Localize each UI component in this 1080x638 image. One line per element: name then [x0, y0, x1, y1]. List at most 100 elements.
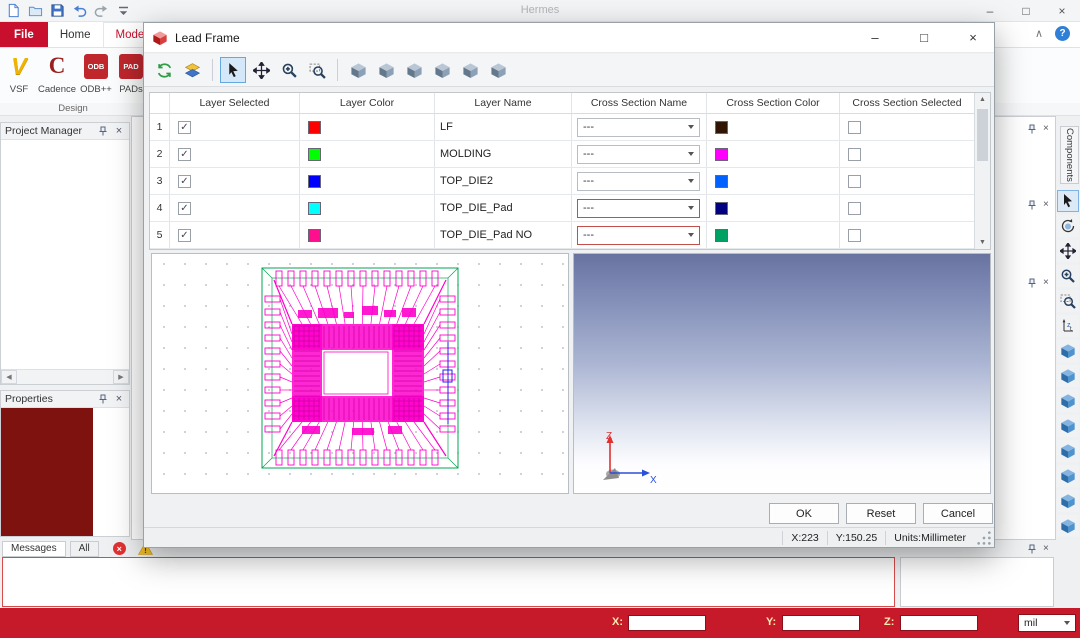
- view-cube-4-button[interactable]: [429, 57, 455, 83]
- tab-all[interactable]: All: [70, 541, 99, 557]
- ribbon-item-cadence[interactable]: C Cadence: [36, 51, 78, 95]
- reset-button[interactable]: Reset: [846, 503, 916, 524]
- 3d-preview-viewport[interactable]: Z X: [573, 253, 991, 494]
- cross-section-selected-checkbox[interactable]: [848, 202, 861, 215]
- pin-icon[interactable]: [97, 393, 109, 405]
- dock-view-cube-2[interactable]: [1057, 365, 1079, 387]
- layer-selected-checkbox[interactable]: [178, 175, 191, 188]
- dialog-maximize-button[interactable]: □: [903, 23, 945, 52]
- minimize-button[interactable]: –: [972, 0, 1008, 22]
- pin-icon[interactable]: [97, 125, 109, 137]
- dock-view-cube-3[interactable]: [1057, 390, 1079, 412]
- scrollbar-thumb[interactable]: [977, 109, 988, 161]
- pan-tool-button[interactable]: [248, 57, 274, 83]
- close-icon[interactable]: ×: [1043, 543, 1049, 554]
- cross-section-selected-checkbox[interactable]: [848, 148, 861, 161]
- cross-section-color-swatch[interactable]: [715, 175, 728, 188]
- close-icon[interactable]: ×: [1043, 123, 1049, 134]
- cross-section-color-swatch[interactable]: [715, 202, 728, 215]
- cross-section-name-select[interactable]: ---: [577, 145, 700, 164]
- restore-button[interactable]: □: [1008, 0, 1044, 22]
- close-icon[interactable]: ×: [1043, 277, 1049, 288]
- tab-messages[interactable]: Messages: [2, 541, 66, 557]
- cross-section-name-select[interactable]: ---: [577, 172, 700, 191]
- scroll-right-button[interactable]: ▶: [113, 370, 129, 384]
- layer-color-swatch[interactable]: [308, 229, 321, 242]
- collapse-ribbon-icon[interactable]: ∧: [1035, 27, 1043, 40]
- 2d-preview-viewport[interactable]: [151, 253, 569, 494]
- select-tool-button[interactable]: [220, 57, 246, 83]
- dock-view-cube-6[interactable]: [1057, 465, 1079, 487]
- unit-select[interactable]: mil: [1018, 614, 1076, 632]
- pin-icon[interactable]: [1026, 199, 1038, 211]
- view-cube-3-button[interactable]: [401, 57, 427, 83]
- ok-button[interactable]: OK: [769, 503, 839, 524]
- y-coordinate-input[interactable]: [782, 615, 860, 631]
- dock-axis-orientation-tool[interactable]: zt: [1057, 315, 1079, 337]
- dock-select-tool[interactable]: [1057, 190, 1079, 212]
- dock-rotate-view-tool[interactable]: [1057, 215, 1079, 237]
- close-icon[interactable]: ×: [113, 393, 125, 405]
- dialog-minimize-button[interactable]: –: [854, 23, 896, 52]
- error-icon[interactable]: ×: [113, 542, 126, 555]
- cross-section-selected-checkbox[interactable]: [848, 121, 861, 134]
- layer-selected-checkbox[interactable]: [178, 229, 191, 242]
- cross-section-color-swatch[interactable]: [715, 148, 728, 161]
- close-icon[interactable]: ×: [1043, 199, 1049, 210]
- layer-selected-checkbox[interactable]: [178, 202, 191, 215]
- view-cube-2-button[interactable]: [373, 57, 399, 83]
- z-coordinate-input[interactable]: [900, 615, 978, 631]
- layers-button[interactable]: [179, 57, 205, 83]
- dock-view-cube-5[interactable]: [1057, 440, 1079, 462]
- messages-output[interactable]: [2, 557, 895, 607]
- cross-section-color-swatch[interactable]: [715, 121, 728, 134]
- layer-color-swatch[interactable]: [308, 148, 321, 161]
- cancel-button[interactable]: Cancel: [923, 503, 993, 524]
- dock-zoom-window-tool[interactable]: [1057, 290, 1079, 312]
- x-coordinate-input[interactable]: [628, 615, 706, 631]
- layer-color-swatch[interactable]: [308, 175, 321, 188]
- pin-icon[interactable]: [1026, 277, 1038, 289]
- view-cube-1-button[interactable]: [345, 57, 371, 83]
- pin-icon[interactable]: [1026, 123, 1038, 135]
- zoom-tool-button[interactable]: [276, 57, 302, 83]
- dock-pan-tool[interactable]: [1057, 240, 1079, 262]
- vertical-scrollbar[interactable]: ▲ ▼: [974, 93, 990, 249]
- dock-view-cube-1[interactable]: [1057, 340, 1079, 362]
- ribbon-item-vsf[interactable]: V VSF: [2, 51, 36, 95]
- help-icon[interactable]: ?: [1055, 26, 1070, 41]
- close-icon[interactable]: ×: [113, 125, 125, 137]
- layer-selected-checkbox[interactable]: [178, 148, 191, 161]
- view-cube-5-button[interactable]: [457, 57, 483, 83]
- view-cube-6-button[interactable]: [485, 57, 511, 83]
- layer-color-swatch[interactable]: [308, 202, 321, 215]
- cross-section-name-select[interactable]: ---: [577, 199, 700, 218]
- cross-section-selected-checkbox[interactable]: [848, 229, 861, 242]
- tab-home[interactable]: Home: [48, 22, 103, 47]
- cross-section-selected-checkbox[interactable]: [848, 175, 861, 188]
- dock-view-cube-7[interactable]: [1057, 490, 1079, 512]
- secondary-output[interactable]: [900, 557, 1054, 607]
- refresh-button[interactable]: [151, 57, 177, 83]
- dock-zoom-tool[interactable]: [1057, 265, 1079, 287]
- zoom-window-button[interactable]: [304, 57, 330, 83]
- layer-selected-checkbox[interactable]: [178, 121, 191, 134]
- scroll-left-button[interactable]: ◀: [1, 370, 17, 384]
- dock-view-cube-4[interactable]: [1057, 415, 1079, 437]
- dock-view-cube-8[interactable]: [1057, 515, 1079, 537]
- scroll-up-button[interactable]: ▲: [979, 96, 986, 103]
- scroll-down-button[interactable]: ▼: [979, 239, 986, 246]
- ribbon-item-odb[interactable]: ODB ODB++: [78, 51, 114, 95]
- horizontal-scrollbar[interactable]: ◀ ▶: [1, 369, 129, 384]
- cross-section-name-select[interactable]: ---: [577, 226, 700, 245]
- cross-section-name-select[interactable]: ---: [577, 118, 700, 137]
- pin-icon[interactable]: [1026, 543, 1038, 555]
- close-button[interactable]: ×: [1044, 0, 1080, 22]
- components-tab[interactable]: Components: [1060, 126, 1079, 184]
- resize-grip[interactable]: [976, 530, 992, 546]
- layer-color-swatch[interactable]: [308, 121, 321, 134]
- project-tree[interactable]: [1, 140, 129, 352]
- dialog-close-button[interactable]: ×: [952, 23, 994, 52]
- tab-file[interactable]: File: [0, 22, 48, 47]
- cross-section-color-swatch[interactable]: [715, 229, 728, 242]
